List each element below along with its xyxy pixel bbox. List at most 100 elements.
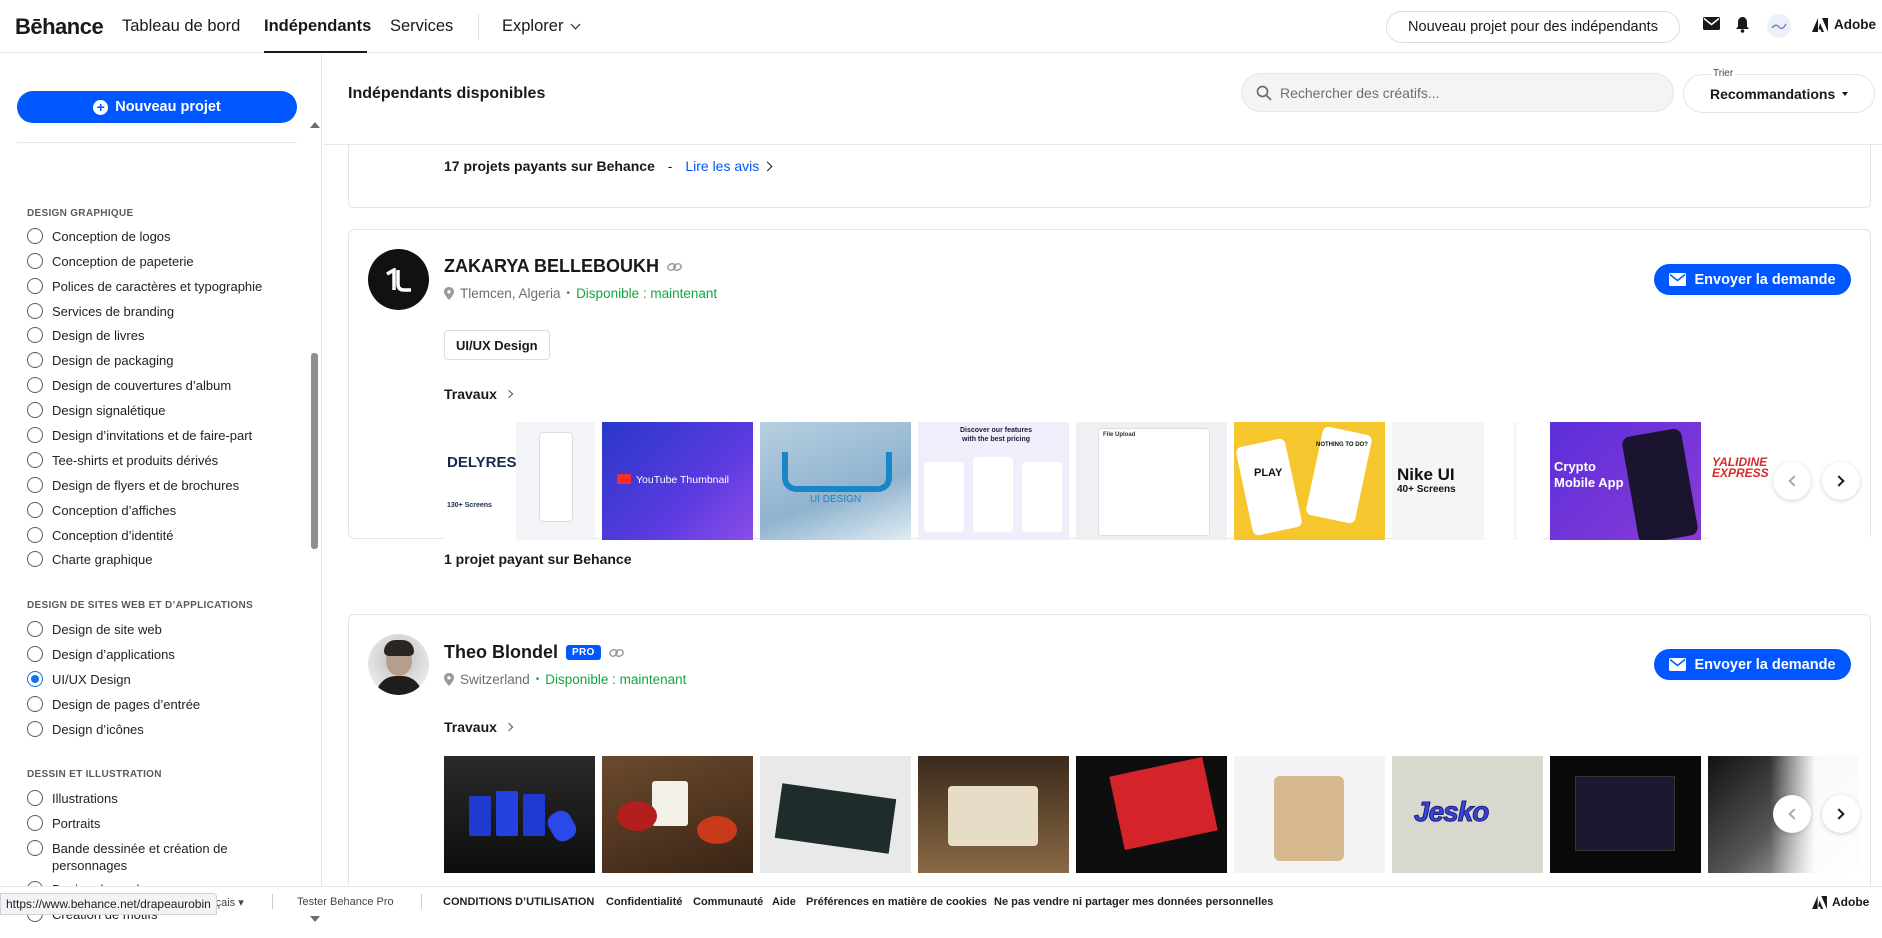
scroll-up-arrow[interactable] [310,122,320,128]
filter-item[interactable]: Services de branding [27,303,282,320]
privacy-link[interactable]: Confidentialité [606,896,682,908]
sort-value[interactable]: Recommandations [1710,86,1849,102]
search-input[interactable] [1280,84,1640,101]
do-not-sell-link[interactable]: Ne pas vendre ni partager mes données pe… [994,896,1273,908]
filter-item[interactable]: Design de site web [27,621,282,638]
behance-logo[interactable]: Bēhance [15,14,104,40]
project-thumbnail[interactable]: Nike UI 40+ Screens [1392,422,1543,540]
project-thumbnail[interactable]: Crypto Mobile App [1550,422,1701,540]
nav-independants[interactable]: Indépendants [264,17,371,36]
nav-explorer[interactable]: Explorer [502,17,581,36]
avatar[interactable] [368,634,429,695]
radio-button[interactable] [27,477,43,493]
project-thumbnail[interactable] [444,756,595,873]
send-request-button[interactable]: Envoyer la demande [1654,649,1851,680]
sidebar-scrollbar[interactable] [311,353,318,549]
filter-item[interactable]: Conception de papeterie [27,253,282,270]
read-reviews-link[interactable]: Lire les avis [685,158,759,174]
adobe-footer-link[interactable]: Adobe [1812,895,1869,909]
carousel-next-button[interactable] [1822,795,1860,833]
project-thumbnail[interactable]: Discover our features with the best pric… [918,422,1069,540]
terms-link[interactable]: CONDITIONS D’UTILISATION [443,896,594,908]
project-thumbnail[interactable] [918,756,1069,873]
filter-item[interactable]: Portraits [27,815,282,832]
filter-item[interactable]: Design de pages d’entrée [27,696,282,713]
location-pin-icon [444,287,454,300]
filter-item[interactable]: Polices de caractères et typographie [27,278,282,295]
filter-item[interactable]: Charte graphique [27,551,282,568]
works-link[interactable]: Travaux [444,719,514,735]
radio-button[interactable] [27,551,43,567]
project-thumbnail[interactable] [760,756,911,873]
try-behance-pro-link[interactable]: Tester Behance Pro [297,896,394,908]
filter-item[interactable]: Design de couvertures d’album [27,377,282,394]
help-link[interactable]: Aide [772,896,796,908]
radio-button[interactable] [27,452,43,468]
filter-item[interactable]: Design de livres [27,327,282,344]
freelancer-name[interactable]: Theo Blondel PRO [444,642,624,663]
radio-button[interactable] [27,327,43,343]
skill-tag[interactable]: UI/UX Design [444,330,550,360]
new-project-button[interactable]: + Nouveau projet [17,91,297,123]
nav-services[interactable]: Services [390,17,453,36]
cookie-preferences-link[interactable]: Préférences en matière de cookies [806,896,987,908]
radio-button[interactable] [27,352,43,368]
filter-item[interactable]: Conception d’identité [27,527,282,544]
filter-item[interactable]: Design d’invitations et de faire-part [27,427,282,444]
filter-item[interactable]: Design d’icônes [27,721,282,738]
works-link[interactable]: Travaux [444,386,514,402]
adobe-link[interactable]: Adobe [1812,17,1876,32]
search-box[interactable] [1241,73,1674,112]
radio-button[interactable] [27,840,43,856]
filter-item[interactable]: Conception de logos [27,228,282,245]
radio-button[interactable] [27,502,43,518]
project-thumbnail[interactable] [1550,756,1701,873]
mail-icon[interactable] [1703,17,1720,35]
radio-button[interactable] [27,253,43,269]
project-thumbnail[interactable]: PLAY NOTHING TO DO? [1234,422,1385,540]
radio-button[interactable] [27,696,43,712]
carousel-prev-button[interactable] [1773,795,1811,833]
freelancer-name[interactable]: ZAKARYA BELLEBOUKH [444,256,682,277]
user-avatar[interactable] [1767,14,1791,38]
filter-item[interactable]: Bande dessinée et création de personnage… [27,840,282,874]
filter-item[interactable]: Illustrations [27,790,282,807]
radio-button-checked[interactable] [27,671,43,687]
scroll-down-arrow[interactable] [310,916,320,922]
filter-item[interactable]: Design de packaging [27,352,282,369]
radio-button[interactable] [27,402,43,418]
radio-button[interactable] [27,228,43,244]
project-thumbnail[interactable] [602,756,753,873]
radio-button[interactable] [27,278,43,294]
avatar[interactable] [368,249,429,310]
project-thumbnail[interactable]: YouTube Thumbnail [602,422,753,540]
carousel-prev-button[interactable] [1773,462,1811,500]
radio-button[interactable] [27,427,43,443]
bell-icon[interactable] [1735,16,1750,38]
project-thumbnail[interactable]: DELYRES 130+ Screens [444,422,595,540]
radio-button[interactable] [27,815,43,831]
radio-button[interactable] [27,721,43,737]
community-link[interactable]: Communauté [693,896,763,908]
new-freelance-project-button[interactable]: Nouveau projet pour des indépendants [1386,11,1680,43]
project-thumbnail[interactable] [1076,756,1227,873]
project-thumbnail[interactable] [1234,756,1385,873]
carousel-next-button[interactable] [1822,462,1860,500]
filter-item[interactable]: Design d’applications [27,646,282,663]
radio-button[interactable] [27,621,43,637]
radio-button[interactable] [27,377,43,393]
radio-button[interactable] [27,303,43,319]
filter-item[interactable]: Conception d’affiches [27,502,282,519]
filter-item-selected[interactable]: UI/UX Design [27,671,282,688]
filter-item[interactable]: Design signalétique [27,402,282,419]
project-thumbnail[interactable]: File Upload [1076,422,1227,540]
nav-tableau-de-bord[interactable]: Tableau de bord [122,17,240,36]
filter-item[interactable]: Design de flyers et de brochures [27,477,282,494]
filter-item[interactable]: Tee-shirts et produits dérivés [27,452,282,469]
project-thumbnail[interactable]: UI DESIGN [760,422,911,540]
project-thumbnail[interactable]: Jesko [1392,756,1543,873]
send-request-button[interactable]: Envoyer la demande [1654,264,1851,295]
radio-button[interactable] [27,646,43,662]
radio-button[interactable] [27,527,43,543]
radio-button[interactable] [27,790,43,806]
